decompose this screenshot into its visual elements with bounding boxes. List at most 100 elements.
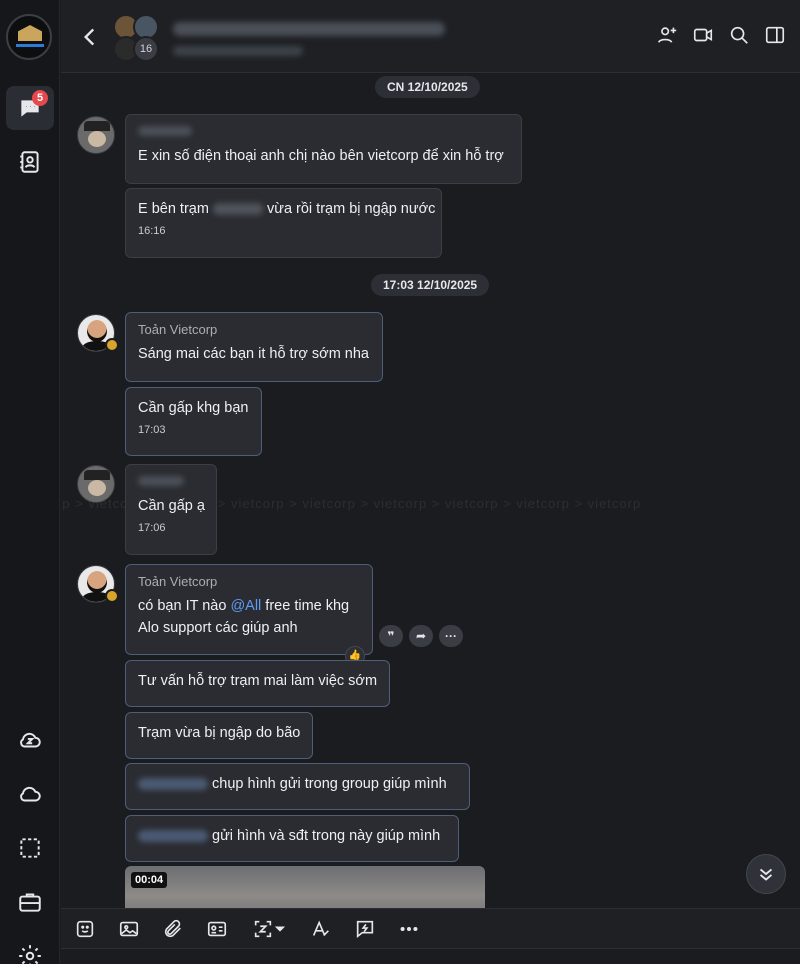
more-button[interactable] <box>397 917 421 941</box>
message-bubble[interactable]: Cần gấp ạ 17:06 <box>125 464 217 555</box>
group-subtitle-redacted <box>173 46 303 56</box>
forward-button[interactable]: ➦ <box>409 625 433 647</box>
message-bubble[interactable]: chụp hình gửi trong group giúp mình <box>125 763 470 810</box>
message-input-area[interactable] <box>61 948 800 964</box>
sender-avatar[interactable] <box>77 465 115 503</box>
brand-logo <box>18 25 42 41</box>
message-time: 16:16 <box>138 225 166 237</box>
message-bubble[interactable]: Toản Vietcorp Sáng mai các bạn it hỗ trợ… <box>125 312 383 382</box>
back-button[interactable] <box>77 24 103 50</box>
quote-button[interactable]: ❞ <box>379 625 403 647</box>
quick-message-button[interactable] <box>353 917 377 941</box>
text-format-icon <box>312 919 329 936</box>
unread-badge: 5 <box>32 90 48 106</box>
nav-toolbox[interactable] <box>6 880 54 924</box>
message-list[interactable]: vietcorp > vietcorp > vietcorp > vietcor… <box>61 74 800 908</box>
text-format-button[interactable] <box>309 917 333 941</box>
quick-message-icon <box>356 920 374 938</box>
sender-name: Toản Vietcorp <box>138 322 218 337</box>
message-text: Alo support các giúp anh <box>138 620 298 636</box>
message-bubble[interactable]: Tư vấn hỗ trợ trạm mai làm việc sớm <box>125 660 390 707</box>
message-bubble[interactable]: E bên trạm vừa rồi trạm bị ngập nước 16:… <box>125 188 442 258</box>
redacted-mention <box>138 830 208 843</box>
brand-logo-bar <box>16 44 44 47</box>
admin-key-icon <box>105 589 119 603</box>
contacts-icon <box>20 151 39 173</box>
message-bubble[interactable]: Trạm vừa bị ngập do bão <box>125 712 313 759</box>
chevron-left-icon <box>83 28 95 46</box>
date-separator: CN 12/10/2025 <box>375 76 480 98</box>
image-button[interactable] <box>117 917 141 941</box>
contact-card-icon <box>207 921 227 936</box>
redacted-mention <box>138 778 208 791</box>
scroll-to-bottom-button[interactable] <box>746 854 786 894</box>
message-text: E bên trạm vừa rồi trạm bị ngập nước <box>138 201 436 217</box>
sender-name-redacted <box>138 476 184 486</box>
nav-cloud[interactable] <box>6 772 54 816</box>
nav-rail: 5 <box>0 0 60 964</box>
group-avatar[interactable]: 16 <box>113 14 163 64</box>
video-call-icon <box>693 28 713 42</box>
video-duration: 00:04 <box>131 872 168 888</box>
admin-key-icon <box>105 338 119 352</box>
nav-settings[interactable] <box>6 934 54 964</box>
search-icon <box>730 26 748 44</box>
nav-screenshot[interactable] <box>6 826 54 870</box>
capture-icon <box>254 920 272 937</box>
cloud-sync-icon <box>20 732 41 748</box>
sticker-button[interactable] <box>73 917 97 941</box>
search-button[interactable] <box>728 24 750 46</box>
contact-card-button[interactable] <box>205 917 229 941</box>
more-icon <box>400 926 418 931</box>
add-member-button[interactable] <box>656 24 678 46</box>
redacted-text <box>212 203 263 216</box>
mention-all[interactable]: @All <box>230 598 261 614</box>
sender-avatar[interactable] <box>77 116 115 154</box>
message-text: Cần gấp ạ <box>138 498 205 514</box>
message-bubble[interactable]: gửi hình và sđt trong này giúp mình <box>125 815 459 862</box>
video-call-button[interactable] <box>692 24 714 46</box>
toolbox-icon <box>19 893 41 912</box>
settings-icon <box>19 945 41 964</box>
message-text: Trạm vừa bị ngập do bão <box>138 725 301 741</box>
double-chevron-down-icon <box>759 868 773 881</box>
group-title-redacted <box>173 22 445 36</box>
message-text: gửi hình và sđt trong này giúp mình <box>138 825 446 847</box>
side-panel-button[interactable] <box>764 24 786 46</box>
message-text: chụp hình gửi trong group giúp mình <box>138 773 457 795</box>
message-bubble[interactable]: E xin số điện thoại anh chị nào bên viet… <box>125 114 522 184</box>
composer-toolbar <box>61 908 800 948</box>
attachment-button[interactable] <box>161 917 185 941</box>
more-actions-button[interactable]: ··· <box>439 625 463 647</box>
side-panel-icon <box>765 26 785 44</box>
message-bubble[interactable]: Cần gấp khg bạn 17:03 <box>125 387 262 456</box>
member-count: 16 <box>133 36 159 62</box>
message-actions: ❞ ➦ ··· <box>379 625 463 647</box>
image-icon <box>119 921 139 936</box>
nav-contacts[interactable] <box>6 140 54 184</box>
sender-name-redacted <box>138 126 192 136</box>
chat-header: 16 <box>61 0 800 73</box>
attachment-icon <box>164 919 181 937</box>
message-text: có bạn IT nào @All free time khg <box>138 598 350 614</box>
message-bubble[interactable]: Toản Vietcorp có bạn IT nào @All free ti… <box>125 564 373 655</box>
capture-button[interactable] <box>249 917 289 941</box>
nav-messages[interactable]: 5 <box>6 86 54 130</box>
message-text: E xin số điện thoại anh chị nào bên viet… <box>138 148 504 164</box>
header-actions <box>656 24 786 46</box>
message-text: Sáng mai các bạn it hỗ trợ sớm nha <box>138 346 369 362</box>
message-time: 17:06 <box>138 522 166 534</box>
cloud-icon <box>20 786 41 802</box>
message-text: Tư vấn hỗ trợ trạm mai làm việc sớm <box>138 673 378 689</box>
sender-name: Toản Vietcorp <box>138 574 218 589</box>
add-member-icon <box>657 27 677 43</box>
video-attachment[interactable]: 00:04 <box>125 866 485 908</box>
user-avatar[interactable] <box>6 14 52 60</box>
message-text: Cần gấp khg bạn <box>138 400 249 416</box>
message-time: 17:03 <box>138 424 166 436</box>
screenshot-icon <box>20 838 40 858</box>
nav-cloud-sync[interactable] <box>6 718 54 762</box>
caret-down-icon <box>274 926 286 932</box>
sticker-icon <box>76 920 94 937</box>
date-separator: 17:03 12/10/2025 <box>371 274 490 296</box>
